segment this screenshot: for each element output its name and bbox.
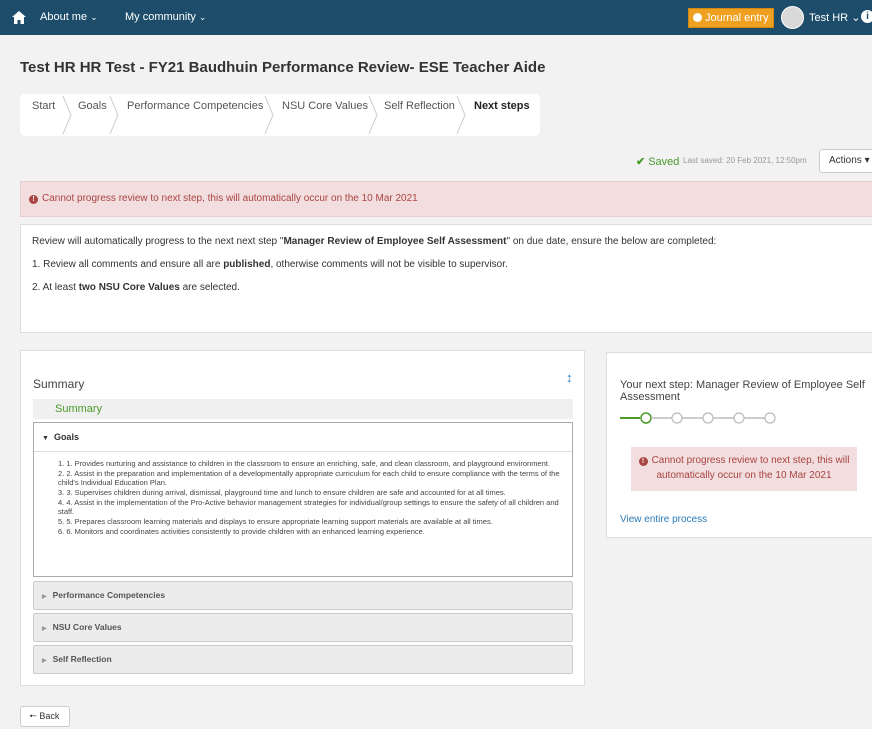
nav-about-me[interactable]: About me ⌄ xyxy=(40,11,98,23)
breadcrumb-self-reflection[interactable]: Self Reflection xyxy=(384,94,455,136)
goal-item: 5. 5. Prepares classroom learning materi… xyxy=(58,517,493,526)
actions-button[interactable]: Actions ▾ xyxy=(819,149,872,173)
info-line-2-pre: 1. Review all comments and ensure all ar… xyxy=(32,259,224,270)
expand-vertical-icon[interactable]: ↕ xyxy=(566,370,573,385)
checkmark-icon: ✔ xyxy=(636,156,646,168)
step-marker xyxy=(733,412,745,424)
info-line-3-bold: two NSU Core Values xyxy=(78,282,180,293)
goal-item: 1. 1. Provides nurturing and assistance … xyxy=(58,459,550,468)
home-icon[interactable] xyxy=(12,11,26,24)
breadcrumb-nsu-core-values[interactable]: NSU Core Values xyxy=(282,94,368,136)
breadcrumb: Start Goals Performance Competencies NSU… xyxy=(20,94,540,136)
last-saved-timestamp: Last saved: 20 Feb 2021, 12:50pm xyxy=(683,156,807,165)
caret-down-icon: ▾ xyxy=(864,155,870,166)
user-name-label: Test HR xyxy=(809,12,849,24)
goal-item: 3. 3. Supervises children during arrival… xyxy=(58,488,506,497)
step-marker xyxy=(671,412,683,424)
info-line-1-bold: Manager Review of Employee Self Assessme… xyxy=(283,236,507,247)
summary-title: Summary xyxy=(33,377,85,391)
summary-panel: Summary ↕ Summary ▼ Goals 1. 1. Provides … xyxy=(20,350,585,686)
nav-my-community-label: My community xyxy=(125,11,196,23)
arrow-left-icon: 🠔 xyxy=(29,711,37,721)
next-step-panel: Your next step: Manager Review of Employ… xyxy=(606,352,872,538)
back-button[interactable]: 🠔 Back xyxy=(20,706,70,727)
progress-alert-text: Cannot progress review to next step, thi… xyxy=(42,193,418,204)
goal-item: 6. 6. Monitors and coordinates activitie… xyxy=(58,527,425,536)
actions-label: Actions xyxy=(829,155,862,166)
breadcrumb-separator xyxy=(368,96,378,134)
saved-label: Saved xyxy=(648,156,680,168)
info-line-2-bold: published xyxy=(223,259,271,270)
goals-header[interactable]: ▼ Goals xyxy=(34,423,572,452)
section-label: Performance Competencies xyxy=(52,590,166,600)
process-step-tracker xyxy=(620,412,776,424)
next-step-alert-text: Cannot progress review to next step, thi… xyxy=(651,455,850,481)
next-step-alert: ! Cannot progress review to next step, th… xyxy=(631,447,857,491)
info-line-1: Review will automatically progress to th… xyxy=(32,236,868,247)
chevron-down-icon: ⌄ xyxy=(90,12,98,22)
info-icon[interactable]: i xyxy=(861,10,872,23)
next-step-info-panel: Review will automatically progress to th… xyxy=(20,224,872,333)
view-entire-process-link[interactable]: View entire process xyxy=(620,514,707,525)
chevron-down-icon: ⌄ xyxy=(851,12,861,24)
breadcrumb-separator xyxy=(109,96,119,134)
section-performance-competencies[interactable]: ▶ Performance Competencies xyxy=(33,581,573,610)
plus-circle-icon xyxy=(693,13,702,22)
progress-alert: ! Cannot progress review to next step, th… xyxy=(20,181,872,217)
current-step-marker xyxy=(640,412,652,424)
info-line-3-pre: 2. At least xyxy=(32,282,79,293)
nav-about-me-label: About me xyxy=(40,11,88,23)
breadcrumb-start[interactable]: Start xyxy=(32,94,55,136)
goals-list: 1. 1. Provides nurturing and assistance … xyxy=(34,452,572,536)
goals-section: ▼ Goals 1. 1. Provides nurturing and assi… xyxy=(33,422,573,577)
section-label: Self Reflection xyxy=(52,654,112,664)
section-label: NSU Core Values xyxy=(52,622,122,632)
step-marker xyxy=(702,412,714,424)
goals-label: Goals xyxy=(53,432,79,442)
chevron-down-icon: ⌄ xyxy=(198,12,207,22)
avatar[interactable] xyxy=(781,6,804,29)
next-step-title: Your next step: Manager Review of Employ… xyxy=(620,379,865,403)
info-line-3-post: are selected. xyxy=(179,282,240,293)
goal-item: 2. 2. Assist in the preparation and impl… xyxy=(58,469,560,487)
section-nsu-core-values[interactable]: ▶ NSU Core Values xyxy=(33,613,573,642)
info-line-2: 1. Review all comments and ensure all ar… xyxy=(32,259,868,270)
info-line-3: 2. At least two NSU Core Values are sele… xyxy=(32,282,868,293)
top-navbar: About me ⌄ My community ⌄ Journal entry Te… xyxy=(0,0,872,35)
exclamation-circle-icon: ! xyxy=(638,457,648,466)
journal-entry-label: Journal entry xyxy=(705,12,769,24)
breadcrumb-separator xyxy=(62,96,72,134)
info-line-1-pre: Review will automatically progress to th… xyxy=(32,236,284,247)
breadcrumb-separator xyxy=(264,96,274,134)
breadcrumb-separator xyxy=(456,96,466,134)
nav-my-community[interactable]: My community ⌄ xyxy=(125,11,206,23)
goal-item: 4. 4. Assist in the implementation of th… xyxy=(58,498,559,516)
summary-subheader: Summary xyxy=(33,399,573,419)
back-label: Back xyxy=(39,711,60,721)
breadcrumb-performance-competencies[interactable]: Performance Competencies xyxy=(127,94,263,136)
caret-right-icon: ▶ xyxy=(42,626,47,632)
breadcrumb-goals[interactable]: Goals xyxy=(78,94,107,136)
section-self-reflection[interactable]: ▶ Self Reflection xyxy=(33,645,573,674)
user-menu[interactable]: Test HR ⌄ xyxy=(809,11,860,24)
breadcrumb-next-steps[interactable]: Next steps xyxy=(474,94,530,136)
saved-status: ✔ Saved xyxy=(636,155,679,168)
journal-entry-button[interactable]: Journal entry xyxy=(688,8,774,28)
info-line-2-post: , otherwise comments will not be visible… xyxy=(270,259,508,270)
page-title: Test HR HR Test - FY21 Baudhuin Performa… xyxy=(20,59,546,76)
caret-right-icon: ▶ xyxy=(42,594,47,600)
step-marker xyxy=(764,412,776,424)
exclamation-circle-icon: ! xyxy=(29,195,38,204)
info-line-1-post: " on due date, ensure the below are comp… xyxy=(506,236,717,247)
caret-down-icon: ▼ xyxy=(42,435,49,442)
caret-right-icon: ▶ xyxy=(42,658,47,664)
